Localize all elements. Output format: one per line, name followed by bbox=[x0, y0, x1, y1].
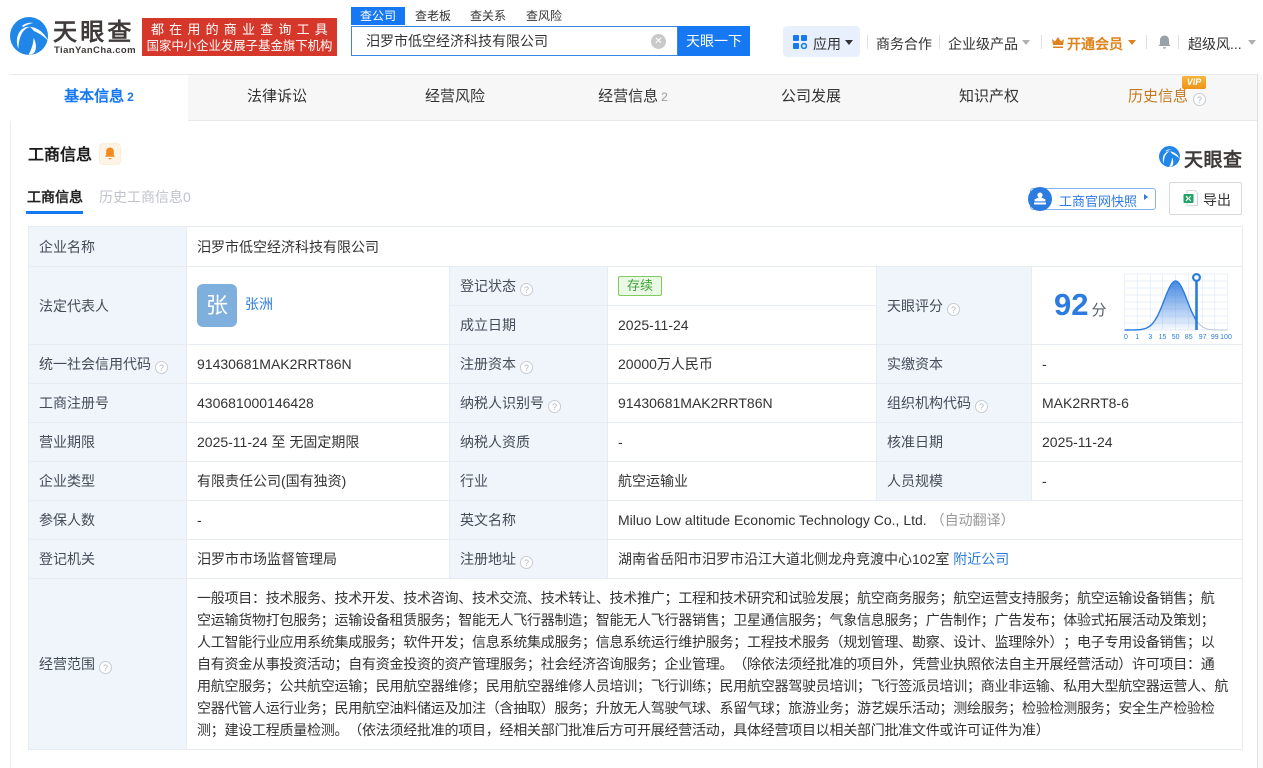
svg-text:15: 15 bbox=[1159, 334, 1167, 340]
svg-text:0: 0 bbox=[1124, 334, 1128, 340]
svg-text:100: 100 bbox=[1220, 334, 1232, 340]
svg-text:50: 50 bbox=[1172, 334, 1180, 340]
svg-text:3: 3 bbox=[1148, 334, 1152, 340]
svg-text:97: 97 bbox=[1199, 334, 1207, 340]
svg-text:85: 85 bbox=[1185, 334, 1193, 340]
svg-text:99: 99 bbox=[1211, 334, 1219, 340]
svg-text:1: 1 bbox=[1135, 334, 1139, 340]
